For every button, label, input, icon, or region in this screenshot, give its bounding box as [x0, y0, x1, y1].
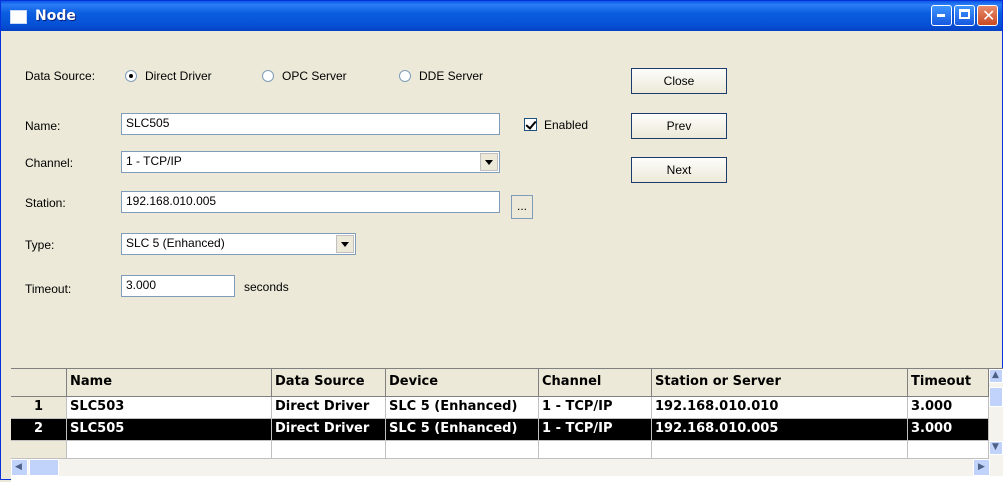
enabled-checkbox[interactable] [524, 118, 537, 131]
radio-opc-server-label[interactable]: OPC Server [282, 69, 347, 83]
next-button[interactable]: Next [631, 157, 727, 183]
channel-select[interactable]: 1 - TCP/IP [121, 151, 500, 173]
type-label: Type: [25, 238, 55, 252]
vertical-scrollbar[interactable]: ▲ ▼ [989, 369, 1003, 459]
radio-opc-server[interactable] [262, 70, 274, 82]
cell-station[interactable]: 192.168.010.010 [652, 397, 908, 419]
nodes-grid[interactable]: Name Data Source Device Channel Station … [11, 368, 1003, 482]
close-window-button[interactable]: ✕ [977, 5, 998, 26]
window-icon [10, 10, 27, 24]
chevron-left-icon: ◀ [15, 462, 22, 472]
cell-channel[interactable]: 1 - TCP/IP [539, 419, 652, 441]
cell-channel[interactable] [539, 441, 652, 459]
close-icon: ✕ [982, 6, 996, 25]
cell-device[interactable]: SLC 5 (Enhanced) [386, 419, 539, 441]
col-header-device[interactable]: Device [386, 369, 539, 397]
radio-direct-driver[interactable] [125, 70, 137, 82]
maximize-icon [959, 9, 970, 19]
timeout-label: Timeout: [25, 282, 72, 296]
channel-select-value: 1 - TCP/IP [126, 154, 182, 168]
table-row-partial[interactable] [11, 441, 989, 459]
cell-channel[interactable]: 1 - TCP/IP [539, 397, 652, 419]
col-header-station[interactable]: Station or Server [652, 369, 908, 397]
close-button[interactable]: Close [631, 68, 727, 94]
enabled-label[interactable]: Enabled [544, 118, 588, 132]
row-number[interactable]: 1 [11, 397, 67, 419]
type-select-value: SLC 5 (Enhanced) [126, 236, 225, 250]
station-browse-button[interactable]: ... [511, 195, 533, 219]
timeout-units: seconds [244, 280, 289, 294]
table-row-selected[interactable]: 2 SLC505 Direct Driver SLC 5 (Enhanced) … [11, 419, 989, 441]
cell-timeout[interactable]: 3.000 [908, 419, 989, 441]
grid-header-row: Name Data Source Device Channel Station … [11, 369, 989, 397]
chevron-up-icon: ▲ [992, 370, 999, 380]
cell-data-source[interactable]: Direct Driver [272, 419, 386, 441]
table-row[interactable]: 1 SLC503 Direct Driver SLC 5 (Enhanced) … [11, 397, 989, 419]
prev-button[interactable]: Prev [631, 113, 727, 139]
minimize-button[interactable] [931, 5, 952, 26]
horizontal-scrollbar[interactable]: ◀ ▶ [11, 459, 1003, 476]
cell-timeout[interactable] [908, 441, 989, 459]
radio-direct-driver-label[interactable]: Direct Driver [145, 69, 212, 83]
maximize-button[interactable] [954, 5, 975, 26]
col-header-timeout[interactable]: Timeout [908, 369, 989, 397]
cell-device[interactable] [386, 441, 539, 459]
cell-station[interactable]: 192.168.010.005 [652, 419, 908, 441]
radio-dde-server[interactable] [399, 70, 411, 82]
scroll-left-button[interactable]: ◀ [11, 459, 28, 476]
node-window: Node ✕ Data Source: Direct Driver OPC Se… [0, 0, 1003, 482]
node-form: Data Source: Direct Driver OPC Server DD… [11, 37, 994, 367]
radio-dde-server-label[interactable]: DDE Server [419, 69, 483, 83]
minimize-icon [937, 14, 945, 17]
chevron-down-icon[interactable] [480, 153, 498, 171]
row-number[interactable]: 2 [11, 419, 67, 441]
title-bar[interactable]: Node ✕ [1, 1, 1002, 31]
timeout-field[interactable]: 3.000 [121, 275, 235, 297]
chevron-down-icon[interactable] [336, 235, 354, 253]
col-header-channel[interactable]: Channel [539, 369, 652, 397]
row-number[interactable] [11, 441, 67, 459]
cell-timeout[interactable]: 3.000 [908, 397, 989, 419]
cell-name[interactable]: SLC505 [67, 419, 272, 441]
chevron-down-icon: ▼ [992, 442, 999, 452]
channel-label: Channel: [25, 156, 74, 170]
cell-data-source[interactable]: Direct Driver [272, 397, 386, 419]
cell-data-source[interactable] [272, 441, 386, 459]
scroll-up-button[interactable]: ▲ [989, 369, 1003, 383]
horizontal-scroll-thumb[interactable] [29, 459, 59, 476]
data-source-label: Data Source: [25, 69, 96, 83]
vertical-scroll-thumb[interactable] [989, 387, 1003, 407]
name-field[interactable]: SLC505 [121, 113, 500, 135]
scroll-down-button[interactable]: ▼ [989, 441, 1003, 455]
type-select[interactable]: SLC 5 (Enhanced) [121, 233, 356, 255]
cell-name[interactable] [67, 441, 272, 459]
cell-name[interactable]: SLC503 [67, 397, 272, 419]
col-header-name[interactable]: Name [67, 369, 272, 397]
name-label: Name: [25, 119, 61, 133]
corner-header[interactable] [11, 369, 67, 397]
cell-device[interactable]: SLC 5 (Enhanced) [386, 397, 539, 419]
scroll-right-button[interactable]: ▶ [973, 459, 990, 476]
cell-station[interactable] [652, 441, 908, 459]
window-title: Node [35, 8, 76, 24]
col-header-data-source[interactable]: Data Source [272, 369, 386, 397]
station-field[interactable]: 192.168.010.005 [121, 191, 500, 213]
chevron-right-icon: ▶ [978, 462, 985, 472]
station-label: Station: [25, 196, 66, 210]
